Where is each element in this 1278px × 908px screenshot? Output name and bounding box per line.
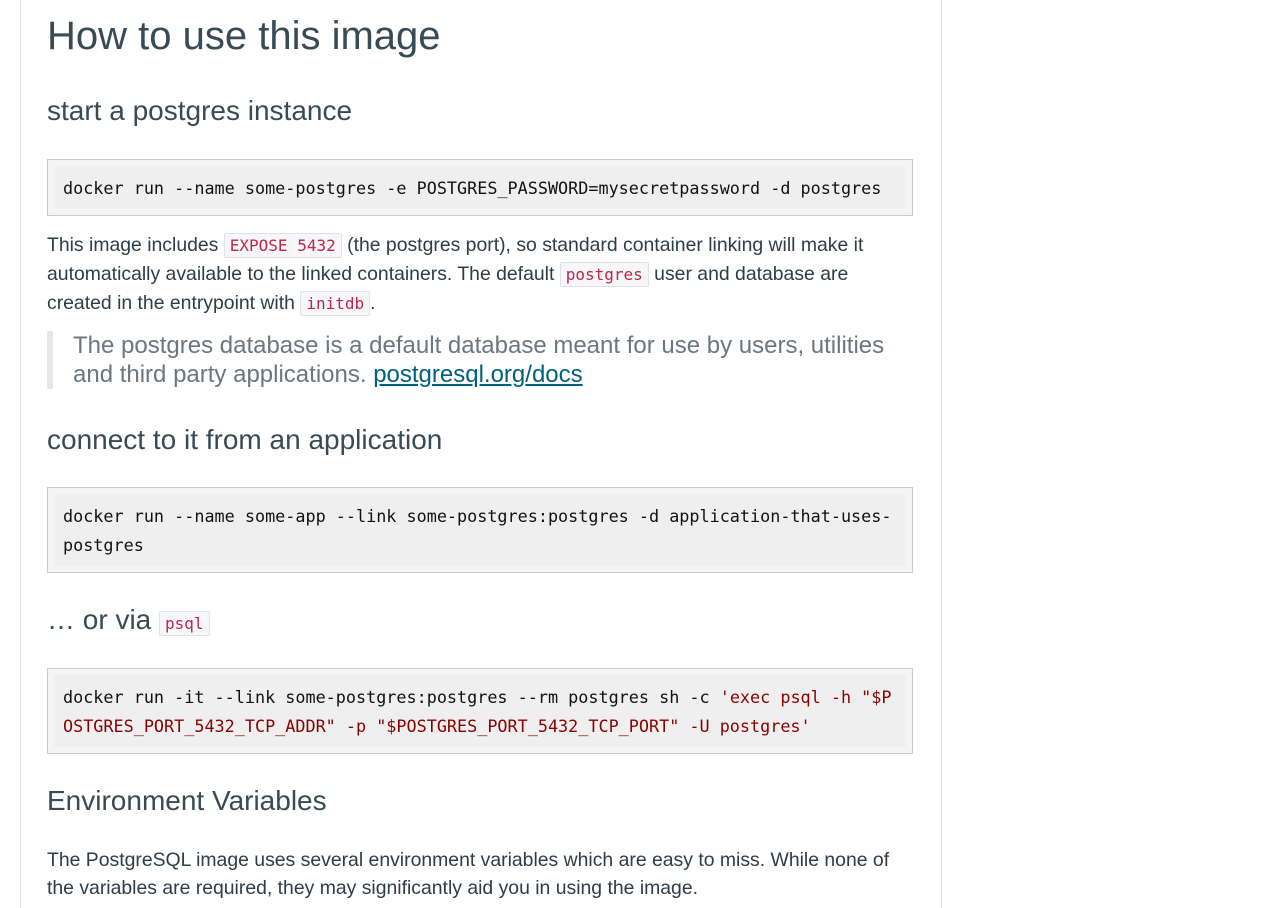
intro-text-4: . xyxy=(370,292,376,314)
blockquote-note: The postgres database is a default datab… xyxy=(47,331,923,389)
code-block-psql[interactable]: docker run -it --link some-postgres:post… xyxy=(47,668,913,754)
page-title: How to use this image xyxy=(47,14,441,58)
intro-text-1: This image includes xyxy=(47,234,224,256)
inline-code-psql: psql xyxy=(159,611,210,636)
heading-env-vars: Environment Variables xyxy=(47,785,327,816)
intro-paragraph: This image includes EXPOSE 5432 (the pos… xyxy=(47,231,917,318)
docs-link[interactable]: postgresql.org/docs xyxy=(373,361,582,388)
content-panel: How to use this image start a postgres i… xyxy=(20,0,942,908)
env-paragraph: The PostgreSQL image uses several enviro… xyxy=(47,849,890,899)
heading-psql: … or via psql xyxy=(47,604,210,636)
inline-code-expose: EXPOSE 5432 xyxy=(223,233,342,258)
inline-code-initdb: initdb xyxy=(300,291,371,316)
code-start: docker run --name some-postgres -e POSTG… xyxy=(54,166,906,209)
heading-connect: connect to it from an application xyxy=(47,424,443,455)
code-psql: docker run -it --link some-postgres:post… xyxy=(54,675,906,747)
code-block-connect[interactable]: docker run --name some-app --link some-p… xyxy=(47,487,913,573)
code-connect: docker run --name some-app --link some-p… xyxy=(54,494,906,566)
heading-start-instance: start a postgres instance xyxy=(47,95,353,126)
heading-psql-prefix: … or via xyxy=(47,604,160,635)
inline-code-postgres: postgres xyxy=(559,262,649,287)
code-psql-command: docker run -it --link some-postgres:post… xyxy=(63,687,720,707)
code-block-start[interactable]: docker run --name some-postgres -e POSTG… xyxy=(47,159,913,216)
